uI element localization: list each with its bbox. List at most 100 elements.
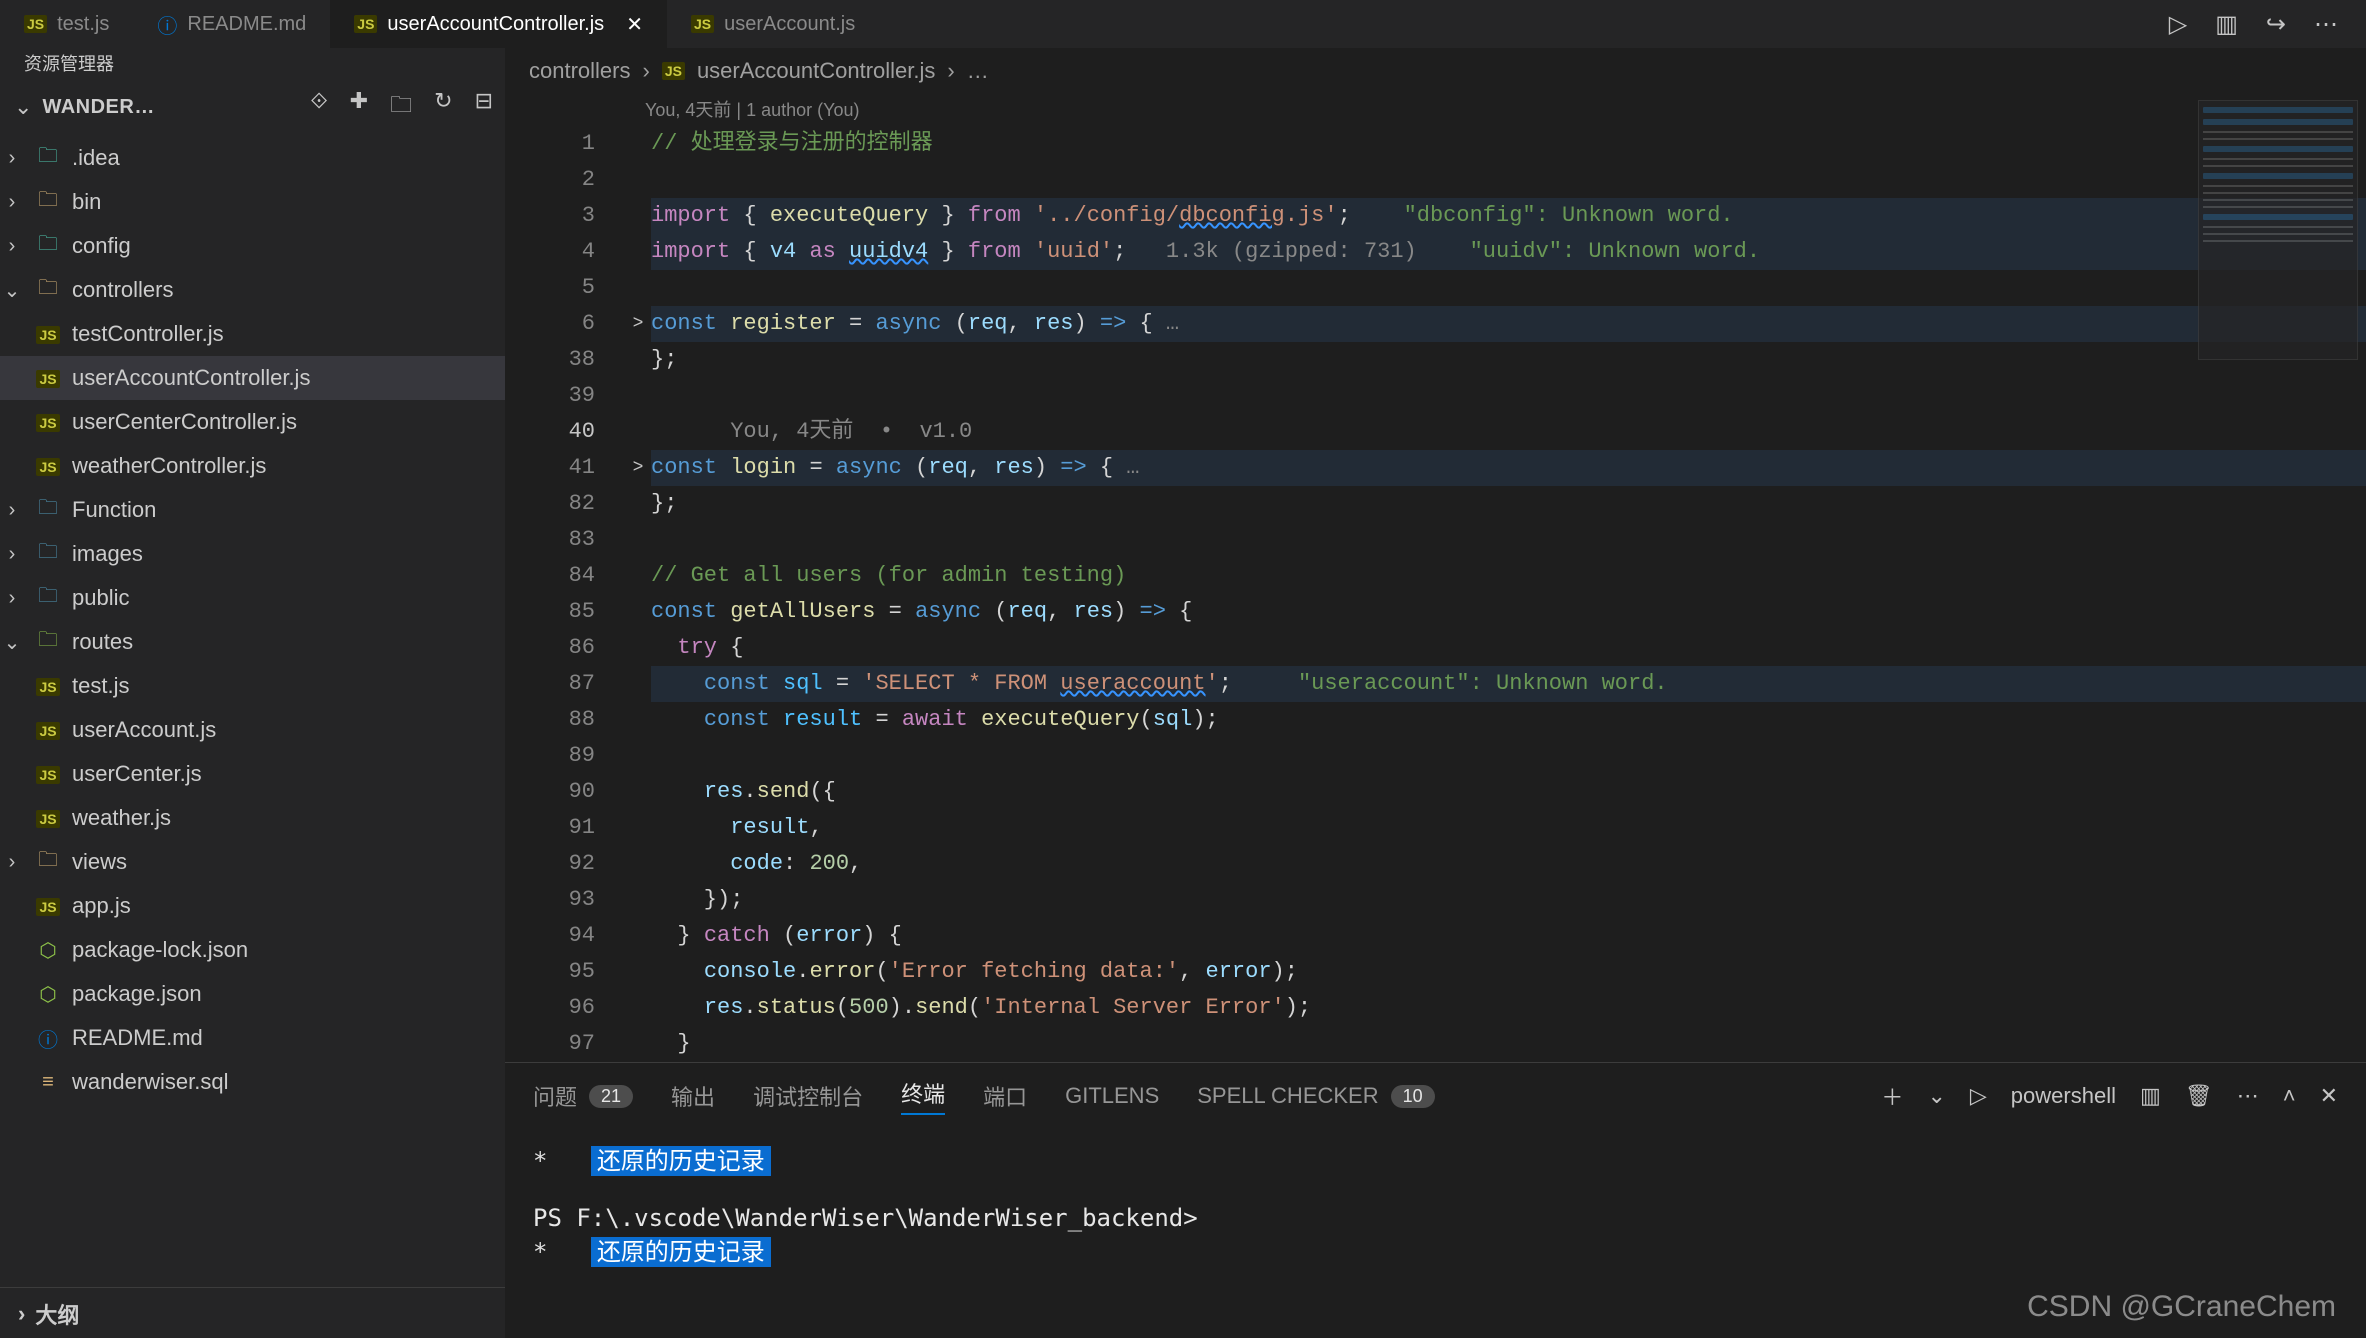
panel-tabs: 问题21输出调试控制台终端端口GITLENSSPELL CHECKER10＋⌄▷… <box>505 1063 2366 1129</box>
tree-item[interactable]: JSweather.js <box>0 796 505 840</box>
chevron-icon: › <box>0 543 24 566</box>
outline-label: 大纲 <box>35 1298 79 1330</box>
panel-tab[interactable]: 调试控制台 <box>753 1080 863 1112</box>
code-area[interactable]: 1234563839404182838485868788899091929394… <box>505 126 2366 1062</box>
tree-item[interactable]: JSuserAccount.js <box>0 708 505 752</box>
close-icon[interactable]: ✕ <box>2320 1083 2338 1109</box>
tree-item-label: package-lock.json <box>72 937 248 963</box>
breadcrumb-tail: … <box>967 58 989 84</box>
tree-item-label: weather.js <box>72 805 171 831</box>
chevron-icon: › <box>0 851 24 874</box>
new-folder-icon[interactable]: 🗀 <box>390 88 412 126</box>
badge: 10 <box>1391 1085 1435 1108</box>
tree-item-label: .idea <box>72 145 120 171</box>
tree-item[interactable]: JSapp.js <box>0 884 505 928</box>
history-restored: 还原的历史记录 <box>591 1146 771 1176</box>
tree-item[interactable]: ›🗀Function <box>0 488 505 532</box>
breadcrumb-folder: controllers <box>529 58 630 84</box>
file-tree: ›🗀.idea›🗀bin›🗀config⌄🗀controllersJStestC… <box>0 136 505 1287</box>
terminal-prompt: PS F:\.vscode\WanderWiser\WanderWiser_ba… <box>533 1204 2338 1232</box>
more-icon[interactable]: ⋯ <box>2314 10 2338 39</box>
panel-tab[interactable]: 输出 <box>671 1080 715 1112</box>
shell-label: powershell <box>2011 1083 2116 1109</box>
panel-tab[interactable]: 终端 <box>901 1077 945 1115</box>
tree-item[interactable]: JSuserAccountController.js <box>0 356 505 400</box>
collapse-icon[interactable]: ⊟ <box>475 88 493 126</box>
tree-item-label: userAccountController.js <box>72 365 310 391</box>
breadcrumbs[interactable]: controllers › JS userAccountController.j… <box>505 48 2366 94</box>
run-icon[interactable]: ▷ <box>2169 10 2187 39</box>
tree-item-label: app.js <box>72 893 131 919</box>
chevron-down-icon[interactable]: ⌄ <box>1927 1083 1945 1109</box>
tree-item-label: package.json <box>72 981 202 1007</box>
tree-item[interactable]: ›🗀config <box>0 224 505 268</box>
tree-item[interactable]: ›🗀images <box>0 532 505 576</box>
tree-item-label: images <box>72 541 143 567</box>
editor-tab[interactable]: ⓘREADME.md <box>133 0 330 48</box>
tree-item-label: Function <box>72 497 156 523</box>
chevron-down-icon[interactable]: ⌄ <box>14 94 32 120</box>
tree-item[interactable]: ⬡package.json <box>0 972 505 1016</box>
editor-pane: controllers › JS userAccountController.j… <box>505 48 2366 1338</box>
chevron-icon: › <box>0 587 24 610</box>
editor-tab[interactable]: JSuserAccount.js <box>667 0 879 48</box>
tree-item-label: userAccount.js <box>72 717 216 743</box>
terminal[interactable]: * 还原的历史记录 PS F:\.vscode\WanderWiser\Wand… <box>505 1129 2366 1287</box>
split-icon[interactable]: ▥ <box>2215 10 2238 39</box>
new-terminal-icon[interactable]: ＋ <box>1881 1080 1903 1112</box>
editor-tab[interactable]: JSuserAccountController.js✕ <box>330 0 667 48</box>
breadcrumb-file: userAccountController.js <box>697 58 935 84</box>
tree-item[interactable]: ⓘREADME.md <box>0 1016 505 1060</box>
tree-item[interactable]: ⌄🗀controllers <box>0 268 505 312</box>
tree-item[interactable]: ›🗀.idea <box>0 136 505 180</box>
tree-item[interactable]: ›🗀public <box>0 576 505 620</box>
tree-item-label: routes <box>72 629 133 655</box>
tree-item-label: userCenter.js <box>72 761 202 787</box>
split-panel-icon[interactable]: ▥ <box>2140 1083 2161 1109</box>
arrow-icon[interactable]: ↪ <box>2266 10 2286 39</box>
tree-item[interactable]: ›🗀views <box>0 840 505 884</box>
explorer-header: ⌄ WANDER… ⟐ ✚ 🗀 ↻ ⊟ <box>0 82 505 136</box>
compare-icon[interactable]: ⟐ <box>310 88 327 126</box>
tree-item[interactable]: JSuserCenter.js <box>0 752 505 796</box>
tree-item[interactable]: ⌄🗀routes <box>0 620 505 664</box>
tree-item-label: wanderwiser.sql <box>72 1069 229 1095</box>
tree-item-label: views <box>72 849 127 875</box>
tree-item[interactable]: ›🗀bin <box>0 180 505 224</box>
trash-icon[interactable]: 🗑 <box>2185 1083 2213 1109</box>
js-icon: JS <box>662 62 685 80</box>
explorer-title: 资源管理器 <box>0 48 505 82</box>
new-file-icon[interactable]: ✚ <box>350 88 368 126</box>
tree-item[interactable]: JSweatherController.js <box>0 444 505 488</box>
tree-item-label: bin <box>72 189 101 215</box>
more-icon[interactable]: ⋯ <box>2237 1083 2259 1109</box>
refresh-icon[interactable]: ↻ <box>434 88 452 126</box>
tree-item[interactable]: ⬡package-lock.json <box>0 928 505 972</box>
tree-item[interactable]: JSuserCenterController.js <box>0 400 505 444</box>
codelens: You, 4天前 | 1 author (You) <box>505 94 2366 126</box>
chevron-right-icon: › <box>642 58 649 84</box>
close-icon[interactable]: ✕ <box>626 12 643 37</box>
chevron-right-icon: › <box>18 1301 25 1327</box>
tree-item[interactable]: JStest.js <box>0 664 505 708</box>
panel-tab[interactable]: 端口 <box>983 1080 1027 1112</box>
history-star: * <box>533 1147 547 1175</box>
tree-item[interactable]: JStestController.js <box>0 312 505 356</box>
editor-tab[interactable]: JStest.js <box>0 0 133 48</box>
explorer-sidebar: 资源管理器 ⌄ WANDER… ⟐ ✚ 🗀 ↻ ⊟ ›🗀.idea›🗀bin›🗀… <box>0 48 505 1338</box>
panel-tab[interactable]: SPELL CHECKER10 <box>1197 1083 1434 1109</box>
tree-item[interactable]: ≡wanderwiser.sql <box>0 1060 505 1104</box>
code-content[interactable]: // 处理登录与注册的控制器 import { executeQuery } f… <box>651 126 2366 1062</box>
chevron-up-icon[interactable]: ˄ <box>2283 1083 2296 1109</box>
fold-gutter[interactable]: >> <box>625 126 651 1062</box>
tree-item-label: controllers <box>72 277 173 303</box>
bottom-panel: 问题21输出调试控制台终端端口GITLENSSPELL CHECKER10＋⌄▷… <box>505 1062 2366 1287</box>
tree-item-label: config <box>72 233 131 259</box>
panel-tab[interactable]: GITLENS <box>1065 1083 1159 1109</box>
watermark: CSDN @GCraneChem <box>2027 1290 2336 1324</box>
tree-item-label: testController.js <box>72 321 224 347</box>
outline-section[interactable]: › 大纲 <box>0 1287 505 1338</box>
chevron-right-icon: › <box>947 58 954 84</box>
panel-tab[interactable]: 问题21 <box>533 1080 633 1112</box>
minimap[interactable] <box>2198 100 2358 360</box>
